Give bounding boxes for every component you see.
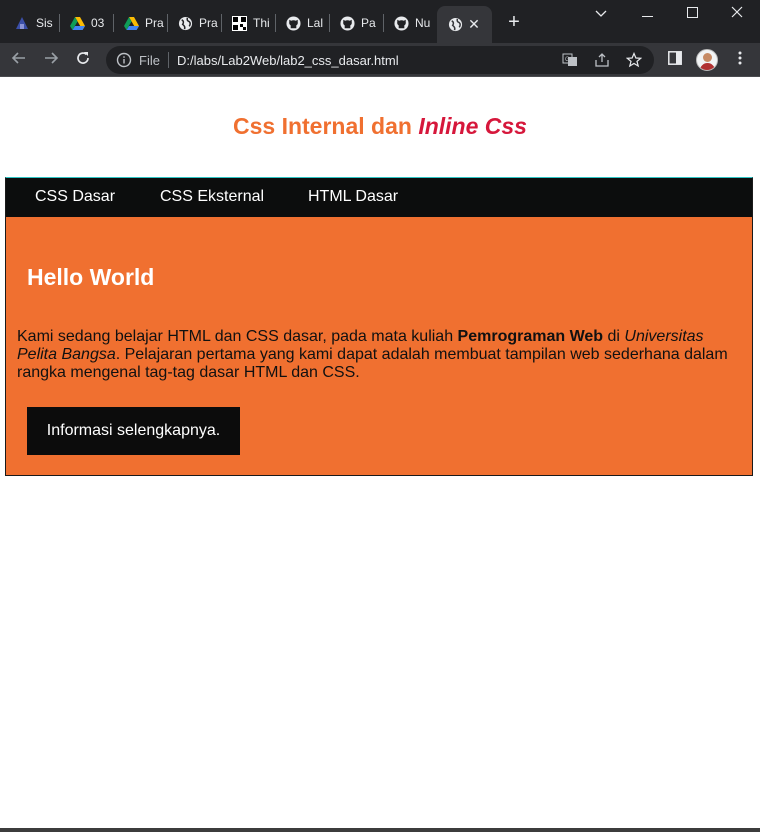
side-panel-button[interactable] — [663, 48, 687, 72]
course-name: Pemrograman Web — [457, 328, 604, 345]
profile-button[interactable] — [695, 48, 719, 72]
google-drive-icon — [123, 15, 139, 31]
qr-code-icon — [231, 15, 247, 31]
address-divider — [168, 52, 169, 68]
close-tab-button[interactable]: ✕ — [466, 16, 482, 32]
web-page: Css Internal dan Inline Css CSS Dasar CS… — [0, 77, 760, 828]
reload-button[interactable] — [71, 48, 95, 72]
arrow-right-icon — [43, 50, 59, 71]
minimize-icon — [641, 5, 653, 23]
url-text[interactable]: D:/labs/Lab2Web/lab2_css_dasar.html — [177, 53, 399, 68]
browser-tab[interactable]: Sis — [4, 7, 54, 39]
browser-toolbar: File D:/labs/Lab2Web/lab2_css_dasar.html… — [0, 43, 760, 77]
arrow-left-icon — [11, 50, 27, 71]
browser-tab-label: Pra — [199, 16, 218, 30]
browser-tab-label: Nu — [415, 16, 431, 30]
browser-tab[interactable]: 03 — [59, 7, 113, 39]
chevron-down-icon — [595, 5, 607, 23]
university-logo-icon — [14, 15, 30, 31]
side-panel-icon — [668, 50, 682, 70]
browser-tab-label: Lal — [307, 16, 324, 30]
new-tab-button[interactable]: + — [503, 12, 525, 34]
maximize-button[interactable] — [669, 0, 715, 28]
window-bottom-edge — [0, 828, 760, 832]
reload-icon — [75, 50, 91, 71]
nav-link-css-dasar[interactable]: CSS Dasar — [35, 188, 115, 206]
globe-icon — [177, 15, 193, 31]
hero-paragraph: Kami sedang belajar HTML dan CSS dasar, … — [17, 328, 741, 382]
svg-text:G: G — [565, 57, 570, 63]
minimize-button[interactable] — [624, 0, 670, 28]
url-scheme-label: File — [139, 53, 160, 68]
translate-icon[interactable]: G — [561, 51, 579, 69]
avatar — [696, 49, 718, 71]
star-bookmark-icon[interactable] — [625, 51, 643, 69]
browser-tab-label: 03 — [91, 16, 105, 30]
github-icon — [285, 15, 301, 31]
hero-text-part: di — [603, 328, 625, 345]
more-info-button[interactable]: Informasi selengkapnya. — [27, 407, 240, 455]
close-window-button[interactable] — [714, 0, 760, 28]
browser-tab-active[interactable]: ✕ — [437, 6, 492, 43]
github-icon — [339, 15, 355, 31]
browser-tab[interactable]: Nu — [383, 7, 435, 39]
browser-menu-button[interactable] — [728, 48, 752, 72]
browser-tab-label: Pa — [361, 16, 376, 30]
browser-tab[interactable]: Pa — [329, 7, 383, 39]
browser-tab[interactable]: Lal — [275, 7, 329, 39]
nav-link-html-dasar[interactable]: HTML Dasar — [308, 188, 398, 206]
page-title-inline-text: Inline Css — [418, 113, 527, 139]
page-title-text: Css Internal dan — [233, 113, 419, 139]
browser-tab[interactable]: Pra — [167, 7, 221, 39]
more-vert-icon — [738, 51, 742, 70]
browser-tab[interactable]: Pra — [113, 7, 167, 39]
top-navigation: CSS Dasar CSS Eksternal HTML Dasar — [6, 178, 752, 217]
share-icon[interactable] — [593, 51, 611, 69]
back-button[interactable] — [7, 48, 31, 72]
browser-tab-label: Sis — [36, 16, 53, 30]
address-bar[interactable]: File D:/labs/Lab2Web/lab2_css_dasar.html… — [106, 46, 654, 74]
hero-text-part: . Pelajaran pertama yang kami dapat adal… — [17, 346, 728, 381]
close-icon — [731, 5, 743, 23]
globe-icon — [447, 17, 463, 33]
browser-tab-bar: Sis 03 Pra Pra Thi Lal Pa Nu ✕ + — [0, 0, 760, 43]
google-drive-icon — [69, 15, 85, 31]
browser-tab[interactable]: Thi — [221, 7, 275, 39]
forward-button[interactable] — [39, 48, 63, 72]
maximize-icon — [686, 5, 698, 23]
hero-text-part: Kami sedang belajar HTML dan CSS dasar, … — [17, 328, 458, 345]
browser-tab-label: Thi — [253, 16, 270, 30]
browser-tab-label: Pra — [145, 16, 164, 30]
nav-link-css-eksternal[interactable]: CSS Eksternal — [160, 188, 264, 206]
page-title: Css Internal dan Inline Css — [0, 113, 760, 140]
tab-search-button[interactable] — [578, 0, 624, 28]
content-container: CSS Dasar CSS Eksternal HTML Dasar Hello… — [5, 177, 753, 476]
hero-heading: Hello World — [27, 264, 155, 290]
info-icon[interactable] — [116, 52, 132, 68]
github-icon — [393, 15, 409, 31]
